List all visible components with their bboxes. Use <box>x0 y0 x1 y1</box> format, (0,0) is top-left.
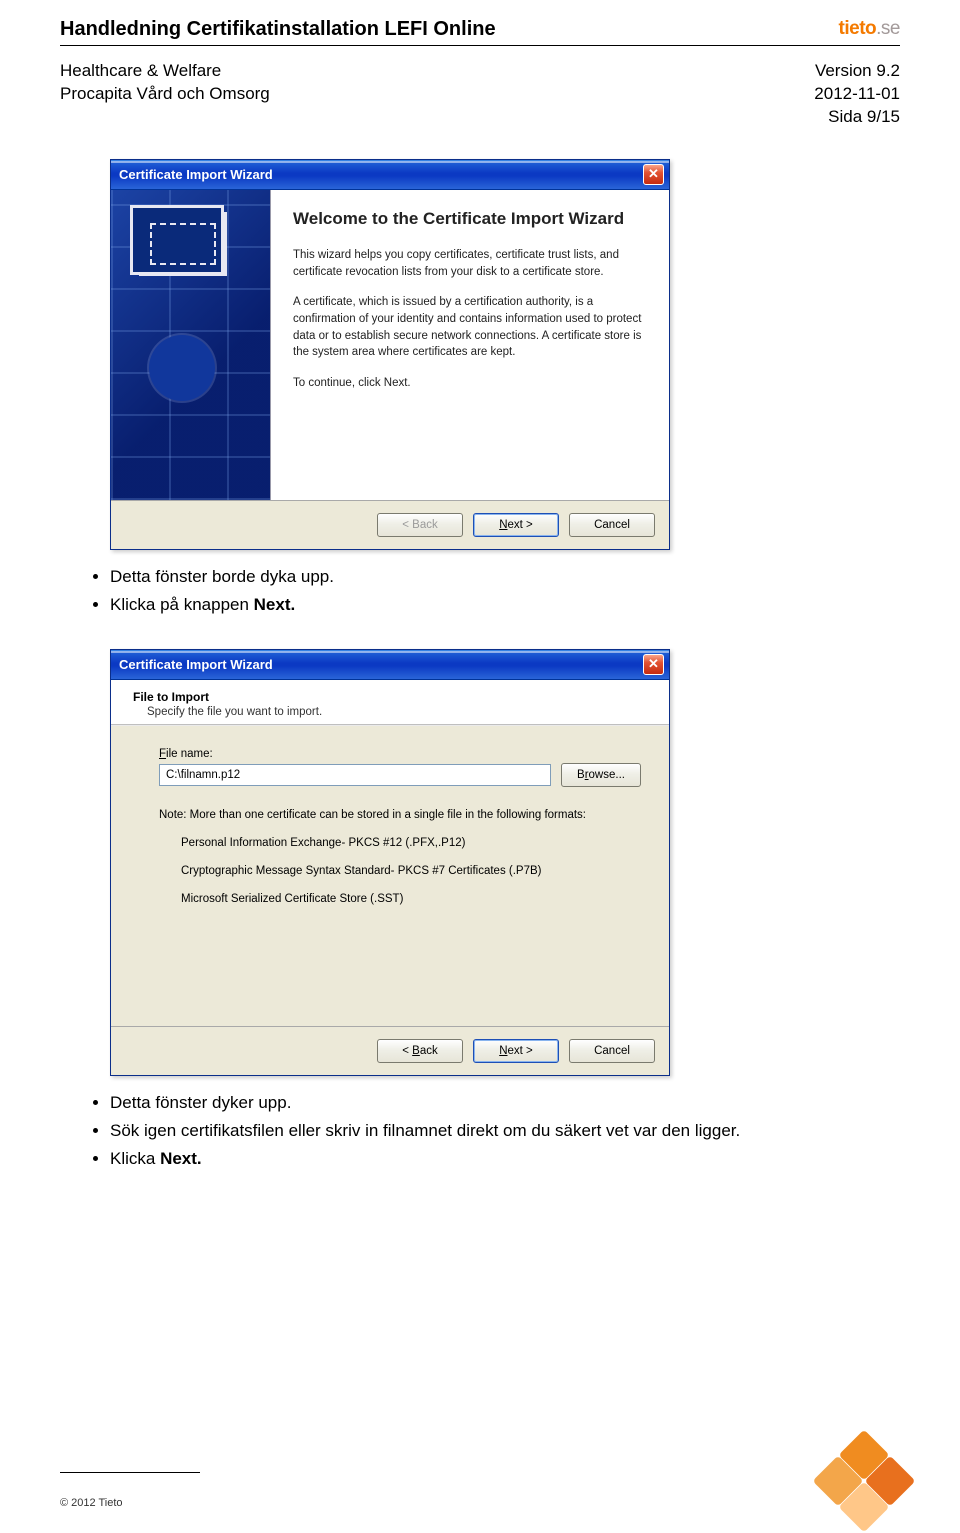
logo-main: tieto <box>839 18 877 39</box>
wizard2-heading: File to Import <box>133 690 647 704</box>
format-list: Personal Information Exchange- PKCS #12 … <box>181 837 641 905</box>
bullet: Klicka på knappen Next. <box>110 592 900 618</box>
wizard1-side-graphic <box>111 190 271 500</box>
browse-button[interactable]: Browse... <box>561 763 641 787</box>
page-header: Handledning Certifikatinstallation LEFI … <box>60 18 900 41</box>
wizard1-p3: To continue, click Next. <box>293 375 647 392</box>
cancel-button[interactable]: Cancel <box>569 513 655 537</box>
wizard1-title: Certificate Import Wizard <box>119 167 273 182</box>
page-title: Handledning Certifikatinstallation LEFI … <box>60 18 496 41</box>
logo: tieto.se <box>839 18 900 40</box>
wizard2-content: File name: Browse... Note: More than one… <box>111 726 669 1026</box>
sub-header-right: Version 9.2 2012-11-01 Sida 9/15 <box>814 60 900 129</box>
wizard1-p1: This wizard helps you copy certificates,… <box>293 247 647 280</box>
wizard2-subheading: Specify the file you want to import. <box>147 706 647 718</box>
cancel-button[interactable]: Cancel <box>569 1039 655 1063</box>
wizard1-body: Welcome to the Certificate Import Wizard… <box>111 190 669 500</box>
tieto-boxes-icon <box>780 1409 900 1509</box>
wizard2-titlebar[interactable]: Certificate Import Wizard ✕ <box>111 650 669 680</box>
back-button: < Back <box>377 513 463 537</box>
format-item: Personal Information Exchange- PKCS #12 … <box>181 837 641 849</box>
bullets-after-wizard2: Detta fönster dyker upp. Sök igen certif… <box>110 1090 900 1173</box>
copyright: © 2012 Tieto <box>60 1497 123 1509</box>
note-text: Note: More than one certificate can be s… <box>159 809 641 821</box>
back-button[interactable]: < Back <box>377 1039 463 1063</box>
page-number: Sida 9/15 <box>814 106 900 129</box>
file-row: Browse... <box>159 763 641 787</box>
close-icon[interactable]: ✕ <box>643 654 664 675</box>
version-line: Version 9.2 <box>814 60 900 83</box>
format-item: Cryptographic Message Syntax Standard- P… <box>181 865 641 877</box>
file-name-label: File name: <box>159 748 641 760</box>
sub-header-left: Healthcare & Welfare Procapita Vård och … <box>60 60 270 129</box>
page-footer: © 2012 Tieto <box>60 1409 900 1509</box>
logo-tld: .se <box>876 18 900 39</box>
bullet: Klicka Next. <box>110 1146 900 1172</box>
format-item: Microsoft Serialized Certificate Store (… <box>181 893 641 905</box>
bullets-after-wizard1: Detta fönster borde dyka upp. Klicka på … <box>110 564 900 619</box>
date-line: 2012-11-01 <box>814 83 900 106</box>
wizard2-title: Certificate Import Wizard <box>119 657 273 672</box>
bullet: Detta fönster borde dyka upp. <box>110 564 900 590</box>
wizard1-titlebar[interactable]: Certificate Import Wizard ✕ <box>111 160 669 190</box>
sub-header: Healthcare & Welfare Procapita Vård och … <box>60 60 900 129</box>
dept-line: Healthcare & Welfare <box>60 60 270 83</box>
close-icon[interactable]: ✕ <box>643 164 664 185</box>
wizard1-content: Welcome to the Certificate Import Wizard… <box>271 190 669 500</box>
file-name-input[interactable] <box>159 764 551 786</box>
wizard1-window: Certificate Import Wizard ✕ Welcome to t… <box>110 159 670 550</box>
next-button[interactable]: Next > <box>473 513 559 537</box>
wizard1-p2: A certificate, which is issued by a cert… <box>293 294 647 361</box>
wizard1-footer: < Back Next > Cancel <box>111 500 669 549</box>
wizard1-heading: Welcome to the Certificate Import Wizard <box>293 208 647 229</box>
bullet: Detta fönster dyker upp. <box>110 1090 900 1116</box>
wizard2-header: File to Import Specify the file you want… <box>111 680 669 724</box>
certificate-icon <box>139 212 227 276</box>
wizard2-window: Certificate Import Wizard ✕ File to Impo… <box>110 649 670 1076</box>
header-rule <box>60 45 900 46</box>
product-line: Procapita Vård och Omsorg <box>60 83 270 106</box>
wizard2-footer: < Back Next > Cancel <box>111 1026 669 1075</box>
side-circle-graphic <box>149 335 215 401</box>
next-button[interactable]: Next > <box>473 1039 559 1063</box>
bullet: Sök igen certifikatsfilen eller skriv in… <box>110 1118 900 1144</box>
